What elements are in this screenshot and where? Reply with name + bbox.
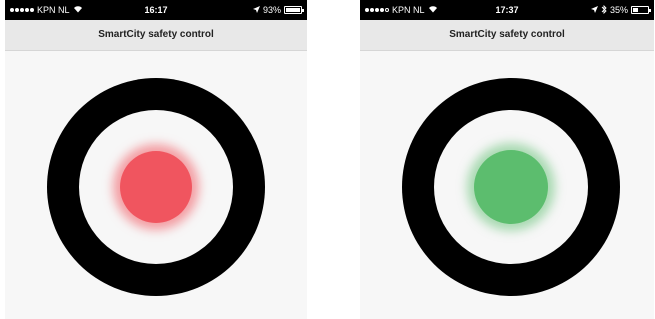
status-right: 35% — [590, 0, 651, 20]
status-bar: KPN NL 16:17 93% — [5, 0, 307, 20]
phone-screen-left: KPN NL 16:17 93% SmartCity safety contro… — [5, 0, 307, 319]
status-light-green — [474, 150, 548, 224]
nav-bar-title: SmartCity safety control — [360, 20, 654, 51]
bluetooth-icon — [601, 4, 607, 16]
location-icon — [590, 5, 598, 15]
phone-screen-right: KPN NL 17:37 35% SmartCity safety contro… — [360, 0, 654, 319]
battery-percent: 93% — [262, 5, 281, 15]
battery-percent: 35% — [609, 5, 628, 15]
location-icon — [252, 5, 260, 15]
battery-icon — [631, 6, 651, 14]
nav-bar-title: SmartCity safety control — [5, 20, 307, 51]
status-light-red — [120, 151, 192, 223]
status-bar: KPN NL 17:37 35% — [360, 0, 654, 20]
status-right: 93% — [252, 0, 304, 20]
battery-icon — [284, 6, 304, 14]
